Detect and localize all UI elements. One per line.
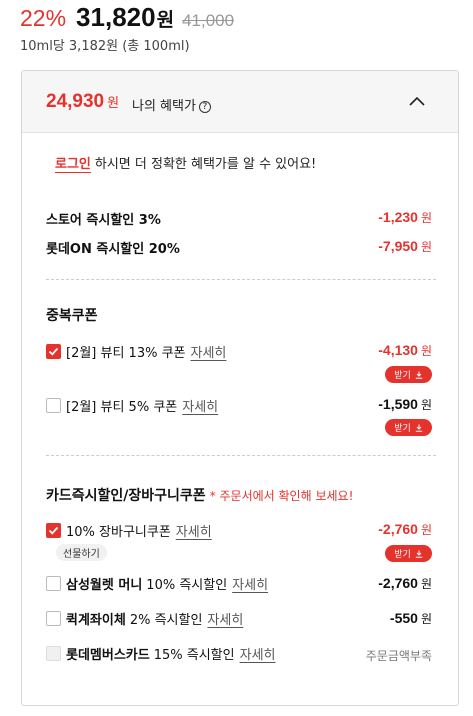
coupon-checkbox[interactable]: [46, 522, 61, 538]
instant-discount-label: 롯데ON 즉시할인 20%: [46, 242, 180, 257]
section-divider: [46, 279, 436, 280]
card-discount-item[interactable]: 퀵계좌이체 2% 즉시할인 자세히: [46, 609, 243, 628]
coupon-detail-link[interactable]: 자세히: [191, 342, 227, 361]
card-discount-status: 주문금액부족: [365, 649, 432, 663]
card-discount-rate: 10% 즉시할인: [146, 577, 228, 593]
instant-discount-amount: -7,950 원: [378, 238, 432, 254]
coupon-checkbox[interactable]: [46, 397, 61, 413]
login-notice: 로그인 하시면 더 정확한 혜택가를 알 수 있어요!: [55, 157, 317, 172]
card-discount-amount: -2,760 원: [378, 575, 432, 591]
help-icon[interactable]: ?: [198, 101, 211, 113]
card-discount-item[interactable]: 삼성월렛 머니 10% 즉시할인 자세히: [46, 574, 268, 593]
card-coupon-note: * 주문서에서 확인해 보세요!: [209, 489, 354, 503]
receive-coupon-button[interactable]: 받기: [385, 419, 432, 436]
download-icon: [415, 424, 422, 432]
card-discount-detail-link[interactable]: 자세히: [240, 644, 276, 663]
benefit-label: 나의 혜택가?: [132, 95, 211, 114]
check-icon: [48, 347, 59, 356]
coupon-amount: -1,590 원: [378, 396, 432, 412]
coupon-item[interactable]: [2월] 뷰티 5% 쿠폰 자세히: [46, 396, 218, 415]
card-discount-name: 롯데멤버스카드: [66, 647, 150, 663]
benefit-panel-header[interactable]: 24,930 원 나의 혜택가?: [22, 71, 458, 133]
coupon-amount: -4,130 원: [378, 342, 432, 358]
original-price: 41,000: [182, 11, 235, 30]
unit-price: 10ml당 3,182원 (총 100ml): [20, 39, 190, 54]
download-icon: [415, 371, 422, 379]
card-discount-detail-link[interactable]: 자세히: [232, 574, 268, 593]
coupon-detail-link[interactable]: 자세히: [182, 396, 218, 415]
final-price: 31,820: [76, 2, 156, 32]
receive-coupon-button[interactable]: 받기: [385, 545, 432, 562]
card-discount-checkbox[interactable]: [46, 575, 61, 591]
benefit-price: 24,930 원: [46, 91, 120, 112]
coupon-item[interactable]: [2월] 뷰티 13% 쿠폰 자세히: [46, 342, 227, 361]
coupon-label: [2월] 뷰티 13% 쿠폰: [66, 345, 186, 361]
card-discount-rate: 15% 즉시할인: [153, 647, 235, 663]
instant-discount-amount: -1,230 원: [378, 209, 432, 225]
duplicate-coupon-title: 중복쿠폰: [46, 308, 98, 324]
chevron-up-icon: [409, 96, 425, 106]
card-coupon-title: 카드즉시할인/장바구니쿠폰 * 주문서에서 확인해 보세요!: [46, 488, 354, 504]
currency-unit: 원: [156, 9, 175, 31]
instant-discount-label: 스토어 즉시할인 3%: [46, 213, 161, 228]
card-discount-amount: -550 원: [389, 610, 432, 626]
coupon-label: 10% 장바구니쿠폰: [66, 524, 171, 540]
download-icon: [415, 550, 422, 558]
card-discount-checkbox[interactable]: [46, 610, 61, 626]
coupon-checkbox[interactable]: [46, 343, 61, 359]
coupon-detail-link[interactable]: 자세히: [176, 521, 212, 540]
card-discount-name: 삼성월렛 머니: [66, 577, 143, 593]
card-discount-rate: 2% 즉시할인: [129, 612, 203, 628]
price-summary: 22% 31,820 원 41,000: [20, 2, 234, 32]
discount-rate: 22%: [20, 5, 67, 31]
coupon-label: [2월] 뷰티 5% 쿠폰: [66, 399, 178, 415]
coupon-amount: -2,760 원: [378, 521, 432, 537]
coupon-item[interactable]: 10% 장바구니쿠폰 자세히: [46, 521, 212, 540]
benefit-panel: 24,930 원 나의 혜택가? 로그인 하시면 더 정확한 혜택가를 알 수 있어…: [21, 70, 459, 706]
check-icon: [48, 526, 59, 535]
gift-button[interactable]: 선물하기: [56, 544, 107, 561]
card-discount-name: 퀵계좌이체: [66, 612, 126, 628]
section-divider: [46, 455, 436, 456]
card-discount-checkbox: [46, 645, 61, 661]
receive-coupon-button[interactable]: 받기: [385, 366, 432, 383]
card-discount-item: 롯데멤버스카드 15% 즉시할인 자세히: [46, 644, 276, 663]
card-discount-detail-link[interactable]: 자세히: [207, 609, 243, 628]
login-link[interactable]: 로그인: [55, 157, 91, 172]
collapse-button[interactable]: [406, 91, 428, 111]
